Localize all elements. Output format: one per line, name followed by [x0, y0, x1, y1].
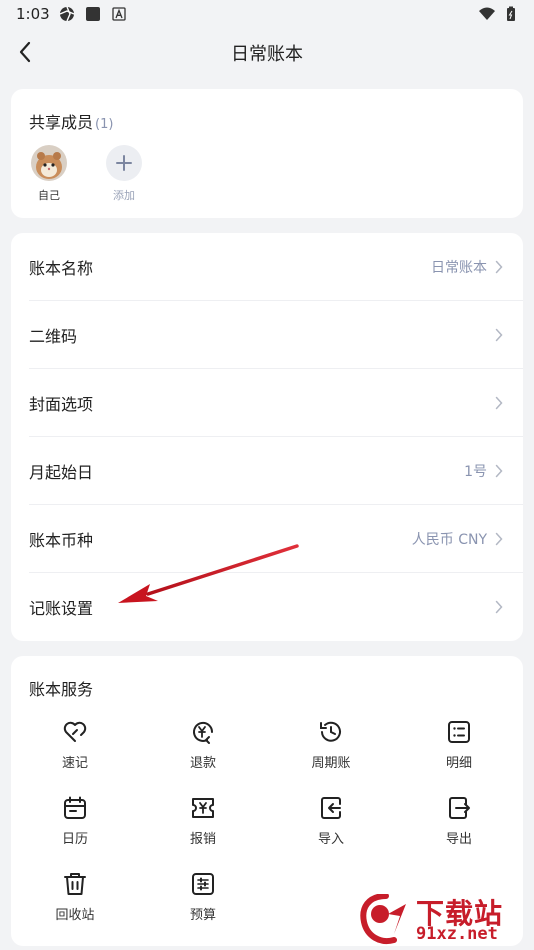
yen-refund-icon — [189, 718, 217, 746]
watermark-url: 91xz.net — [416, 924, 498, 944]
chevron-right-icon — [495, 464, 503, 478]
service-calendar[interactable]: 日历 — [35, 794, 115, 847]
service-recurring[interactable]: 周期账 — [291, 718, 371, 771]
status-notification-icons — [58, 5, 128, 23]
member-label: 自己 — [38, 189, 60, 202]
chevron-right-icon — [495, 260, 503, 274]
row-ledger-name[interactable]: 账本名称 日常账本 — [11, 233, 523, 301]
service-label: 导出 — [445, 832, 472, 847]
row-label: 二维码 — [29, 327, 78, 346]
import-icon — [317, 794, 345, 822]
service-budget[interactable]: 预算 — [163, 870, 243, 923]
calendar-icon — [61, 794, 89, 822]
sliders-icon — [189, 870, 217, 898]
plus-icon — [106, 145, 142, 181]
service-label: 周期账 — [311, 756, 351, 771]
status-system-icons — [478, 5, 520, 23]
service-recycle-bin[interactable]: 回收站 — [35, 870, 115, 923]
service-label: 速记 — [61, 756, 88, 771]
shared-members-card: 共享成员 (1) 自己 添加 — [11, 89, 523, 218]
square-app-icon — [84, 5, 102, 23]
service-label: 日历 — [61, 832, 88, 847]
service-label: 回收站 — [55, 908, 95, 923]
clock-history-icon — [317, 718, 345, 746]
aperture-icon — [58, 5, 76, 23]
service-refund[interactable]: 退款 — [163, 718, 243, 771]
service-details[interactable]: 明细 — [419, 718, 499, 771]
watermark-emblem-icon — [360, 894, 406, 944]
row-ledger-currency[interactable]: 账本币种 人民币 CNY — [11, 505, 523, 573]
shared-members-header: 共享成员 (1) — [29, 109, 113, 133]
service-reimburse[interactable]: 报销 — [163, 794, 243, 847]
row-label: 账本币种 — [29, 531, 94, 550]
row-value: 人民币 CNY — [411, 532, 487, 548]
services-title: 账本服务 — [29, 680, 94, 699]
service-label: 报销 — [189, 832, 216, 847]
row-bookkeeping-settings[interactable]: 记账设置 — [11, 573, 523, 641]
status-time: 1:03 — [16, 5, 50, 23]
service-label: 退款 — [189, 756, 216, 771]
service-quick-note[interactable]: 速记 — [35, 718, 115, 771]
shared-members-title: 共享成员 — [29, 113, 94, 132]
nav-bar: 日常账本 — [0, 28, 534, 76]
row-label: 封面选项 — [29, 395, 94, 414]
add-member-button[interactable]: 添加 — [100, 145, 148, 203]
avatar — [31, 145, 67, 181]
service-label: 明细 — [445, 756, 472, 771]
row-value: 1号 — [464, 464, 487, 480]
row-value: 日常账本 — [431, 260, 487, 276]
add-member-label: 添加 — [113, 189, 135, 202]
page-title: 日常账本 — [231, 44, 303, 65]
wifi-icon — [478, 5, 496, 23]
battery-icon — [502, 5, 520, 23]
list-icon — [445, 718, 473, 746]
row-cover-options[interactable]: 封面选项 — [11, 369, 523, 437]
ledger-settings-card: 账本名称 日常账本 二维码 封面选项 月起始日 1号 账本币种 人民币 CNY — [11, 233, 523, 641]
heart-edit-icon — [61, 718, 89, 746]
font-a-icon — [110, 5, 128, 23]
status-bar: 1:03 — [0, 0, 534, 28]
row-label: 账本名称 — [29, 259, 94, 278]
chevron-right-icon — [495, 396, 503, 410]
service-label: 预算 — [189, 908, 216, 923]
service-export[interactable]: 导出 — [419, 794, 499, 847]
chevron-right-icon — [495, 532, 503, 546]
trash-icon — [61, 870, 89, 898]
shared-members-count: (1) — [95, 117, 114, 132]
export-icon — [445, 794, 473, 822]
chevron-right-icon — [495, 328, 503, 342]
service-import[interactable]: 导入 — [291, 794, 371, 847]
chevron-right-icon — [495, 600, 503, 614]
watermark-logo: 下载站 91xz.net — [358, 892, 530, 948]
yen-ticket-icon — [189, 794, 217, 822]
row-label: 月起始日 — [29, 463, 94, 482]
service-label: 导入 — [317, 832, 344, 847]
row-qr-code[interactable]: 二维码 — [11, 301, 523, 369]
row-label: 记账设置 — [29, 599, 94, 618]
member-self[interactable]: 自己 — [25, 145, 73, 203]
row-month-start-day[interactable]: 月起始日 1号 — [11, 437, 523, 505]
